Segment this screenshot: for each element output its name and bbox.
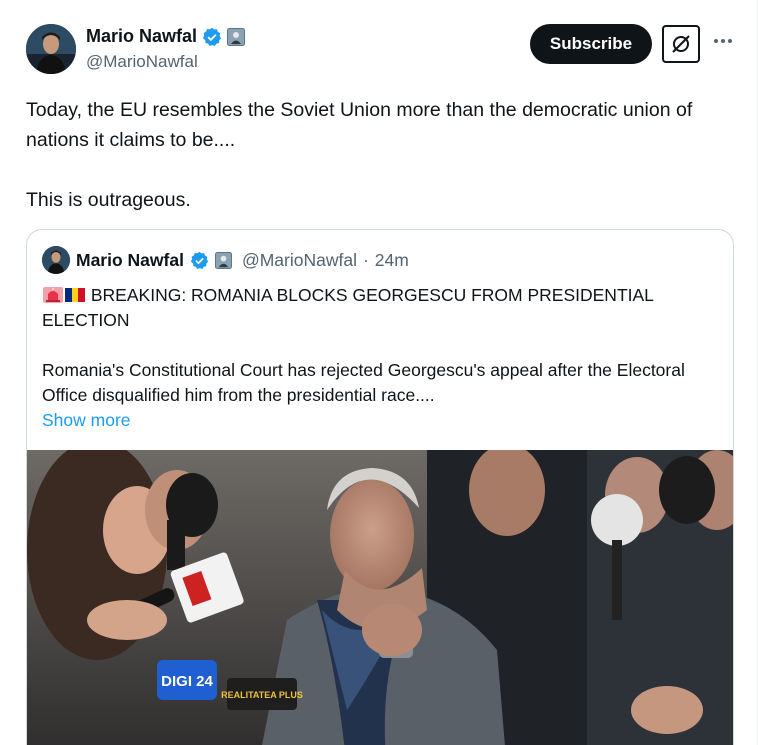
verified-badge-icon (190, 251, 209, 270)
verified-badge-icon (202, 27, 222, 47)
quoted-author-handle: @MarioNawfal (241, 249, 357, 270)
author-name-row: Mario Nawfal (86, 26, 246, 47)
show-more-link[interactable]: Show more (42, 408, 722, 433)
quoted-media-photo[interactable]: DIGI 24 REALITATEA PLUS (27, 450, 733, 745)
post-container: Mario Nawfal @MarioNawfal Subscribe Toda… (0, 0, 758, 745)
author-handle[interactable]: @MarioNawfal (86, 52, 198, 72)
siren-icon (42, 286, 64, 304)
svg-text:DIGI 24: DIGI 24 (161, 673, 213, 690)
quoted-post-text: BREAKING: ROMANIA BLOCKS GEORGESCU FROM … (42, 283, 722, 433)
separator-dot: · (362, 249, 369, 270)
quoted-body: Romania's Constitutional Court has rejec… (42, 360, 685, 405)
author-name[interactable]: Mario Nawfal (86, 26, 197, 47)
author-avatar[interactable] (26, 24, 76, 74)
quoted-timestamp: 24m (374, 249, 409, 270)
svg-text:REALITATEA PLUS: REALITATEA PLUS (221, 690, 303, 700)
post-text-paragraph: Today, the EU resembles the Soviet Union… (26, 99, 693, 151)
post-text-paragraph: This is outrageous. (26, 189, 191, 211)
quoted-headline: BREAKING: ROMANIA BLOCKS GEORGESCU FROM … (42, 283, 722, 333)
quoted-post[interactable]: Mario Nawfal @MarioNawfal · 24m BREAKING… (26, 229, 734, 745)
affiliation-badge-icon (214, 251, 232, 269)
quoted-headline-text: BREAKING: ROMANIA BLOCKS GEORGESCU FROM … (42, 285, 654, 330)
romania-flag-icon (64, 286, 86, 304)
quoted-author-avatar (42, 246, 70, 274)
post-text: Today, the EU resembles the Soviet Union… (26, 95, 736, 215)
quoted-post-header: Mario Nawfal @MarioNawfal · 24m (42, 246, 409, 274)
more-icon[interactable] (712, 30, 734, 56)
grok-icon[interactable] (662, 25, 700, 63)
affiliation-badge-icon[interactable] (227, 27, 246, 46)
subscribe-button[interactable]: Subscribe (530, 24, 652, 64)
quoted-author-name: Mario Nawfal (76, 249, 184, 270)
